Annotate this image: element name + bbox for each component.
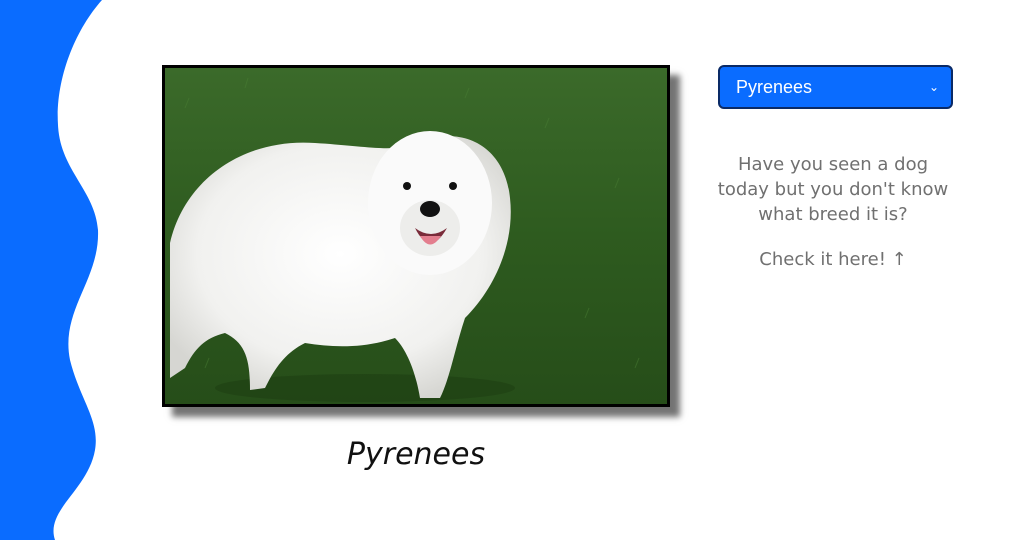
chevron-down-icon: ⌄ <box>928 80 939 94</box>
breed-caption: Pyrenees <box>346 437 486 472</box>
info-panel: Have you seen a dog today but you don't … <box>712 152 954 272</box>
breed-select-value: Pyrenees <box>736 76 813 97</box>
info-cta: Check it here! ↑ <box>759 249 907 270</box>
info-question: Have you seen a dog today but you don't … <box>717 154 949 225</box>
decorative-wave <box>0 0 102 540</box>
dog-photo <box>162 65 670 407</box>
breed-select[interactable]: Pyrenees ⌄ <box>718 65 953 109</box>
page: Pyrenees Pyrenees ⌄ Have you seen a dog … <box>0 0 1017 540</box>
